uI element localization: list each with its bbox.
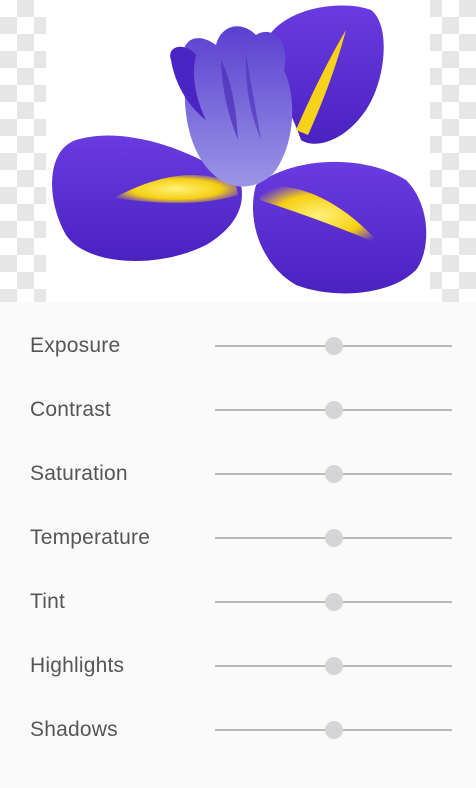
adjustment-row-contrast: Contrast bbox=[0, 378, 476, 442]
iris-flower-image bbox=[52, 5, 427, 294]
adjustments-panel: Exposure Contrast Saturation Temperature… bbox=[0, 302, 476, 788]
highlights-label: Highlights bbox=[30, 654, 125, 677]
image-preview bbox=[0, 0, 476, 302]
saturation-label: Saturation bbox=[30, 462, 128, 485]
adjustment-row-tint: Tint bbox=[0, 570, 476, 634]
adjustment-row-temperature: Temperature bbox=[0, 506, 476, 570]
tint-label: Tint bbox=[30, 590, 66, 613]
temperature-label: Temperature bbox=[30, 526, 151, 549]
slider-thumb[interactable] bbox=[324, 657, 343, 675]
adjustment-row-shadows: Shadows bbox=[0, 698, 476, 762]
highlights-slider[interactable] bbox=[215, 655, 452, 677]
slider-thumb[interactable] bbox=[324, 593, 343, 611]
tint-slider[interactable] bbox=[215, 591, 452, 613]
saturation-slider[interactable] bbox=[215, 463, 452, 485]
slider-thumb[interactable] bbox=[324, 529, 343, 547]
slider-thumb[interactable] bbox=[324, 401, 343, 419]
slider-thumb[interactable] bbox=[324, 721, 343, 739]
shadows-slider[interactable] bbox=[215, 719, 452, 741]
temperature-slider[interactable] bbox=[215, 527, 452, 549]
exposure-slider[interactable] bbox=[215, 335, 452, 357]
slider-thumb[interactable] bbox=[324, 337, 343, 355]
slider-thumb[interactable] bbox=[324, 465, 343, 483]
adjustment-row-exposure: Exposure bbox=[0, 314, 476, 378]
adjustment-row-saturation: Saturation bbox=[0, 442, 476, 506]
contrast-slider[interactable] bbox=[215, 399, 452, 421]
shadows-label: Shadows bbox=[30, 718, 118, 741]
flower-photo bbox=[46, 0, 430, 302]
adjustment-row-highlights: Highlights bbox=[0, 634, 476, 698]
contrast-label: Contrast bbox=[30, 398, 111, 421]
exposure-label: Exposure bbox=[30, 334, 121, 357]
